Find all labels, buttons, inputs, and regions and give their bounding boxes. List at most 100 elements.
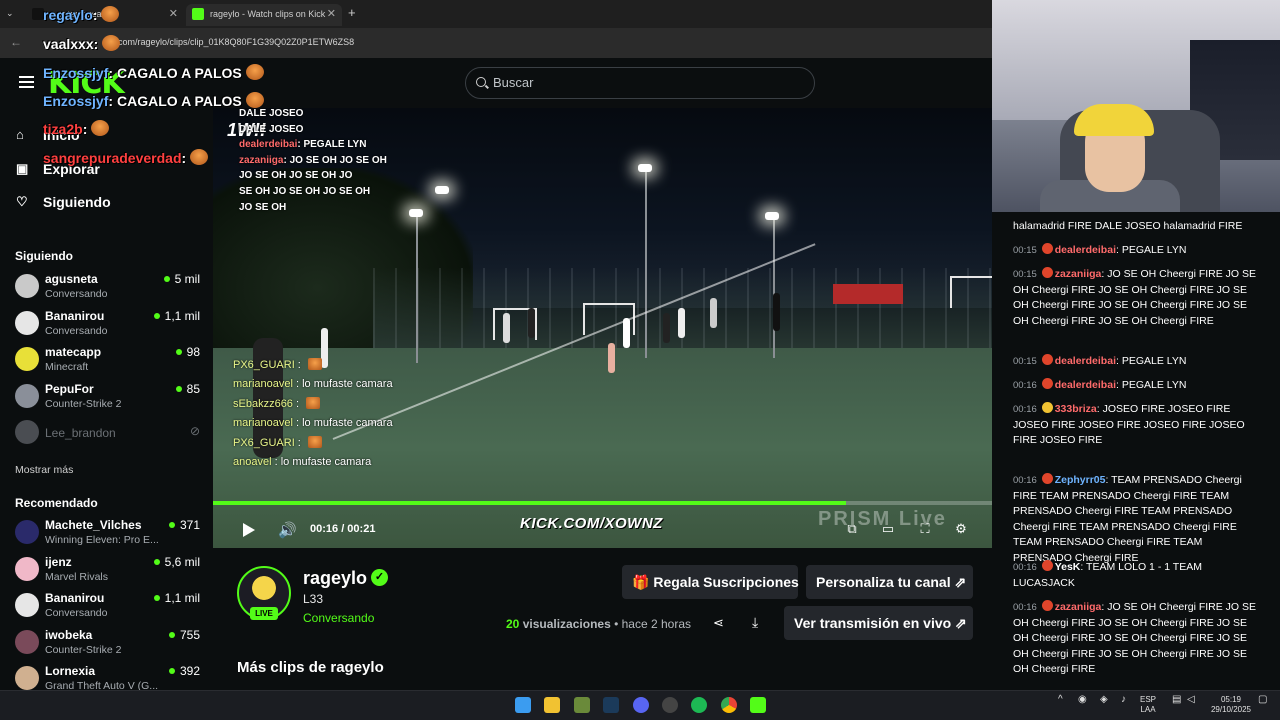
chat-username[interactable]: zazaniiga (1055, 268, 1102, 280)
chat-username[interactable]: dealerdeibai (1055, 355, 1116, 367)
player (773, 293, 780, 331)
channel-following-item[interactable]: Lee_brandon ⊘ (15, 418, 200, 452)
overlay-chat-text: CAGALO A PALOS (117, 93, 242, 109)
channel-following-item[interactable]: Bananirou Conversando 1,1 mil (15, 309, 200, 343)
minecraft-icon[interactable] (574, 697, 590, 713)
chat-text: PEGALE LYN (1121, 379, 1187, 391)
tab-list-chevron-icon[interactable]: ⌄ (6, 8, 14, 19)
chat-username[interactable]: Zephyrr05 (1055, 474, 1106, 486)
chat-username[interactable]: 333briza (1055, 403, 1097, 415)
download-icon[interactable]: ⤓ (752, 614, 758, 631)
stream-chat-line: DALE JOSEO (239, 108, 303, 119)
overlay-chat-line: Enzossjyf: CAGALO A PALOS (43, 64, 264, 81)
chat-username[interactable]: dealerdeibai (1055, 244, 1116, 256)
customize-channel-button[interactable]: Personaliza tu canal ⇗ (806, 565, 973, 599)
windows-start-icon[interactable] (515, 697, 531, 713)
live-dot-icon (175, 349, 182, 356)
channel-name: ijenz (45, 554, 72, 569)
watch-live-button[interactable]: Ver transmisión en vivo ⇗ (784, 606, 973, 640)
stream-chat-line: sEbakzz666 : (233, 397, 433, 410)
stream-chat-line: JO SE OH (239, 202, 286, 213)
chat-timestamp: 00:16 (1013, 562, 1037, 573)
spotify-icon[interactable] (691, 697, 707, 713)
channel-following-item[interactable]: PepuFor Counter-Strike 2 85 (15, 382, 200, 416)
settings-icon[interactable]: ⚙ (953, 521, 969, 537)
player (528, 308, 535, 338)
steam-icon[interactable] (603, 697, 619, 713)
tray-mic-icon[interactable]: ♪ (1121, 695, 1126, 705)
search-placeholder: Buscar (493, 75, 534, 90)
discord-icon[interactable] (633, 697, 649, 713)
chrome-icon[interactable] (721, 697, 737, 713)
share-icon[interactable]: ⋖ (713, 615, 724, 631)
stream-chat-line: DALE JOSEO (239, 124, 303, 135)
viewer-count: 755 (168, 628, 200, 642)
chat-username[interactable]: YesK (1055, 561, 1081, 573)
emote-icon (190, 149, 209, 165)
stream-chat-line: PX6_GUARI : (233, 358, 433, 371)
tray-network-icon[interactable]: ◈ (1100, 695, 1108, 705)
channel-category: Conversando (45, 288, 108, 300)
channel-name: PepuFor (45, 381, 94, 396)
stream-chat-colon: : (271, 456, 281, 468)
language-indicator[interactable]: ESP LAA (1140, 695, 1156, 715)
stream-chat-user: PX6_GUARI (233, 359, 295, 371)
stream-chat-text: PEGALE LYN (303, 139, 367, 151)
chat-message: 00:16 Zephyrr05: TEAM PRENSADO Cheergi F… (1013, 473, 1263, 567)
speaker-icon[interactable]: ◁ (1187, 695, 1195, 705)
channel-recommended-item[interactable]: iwobeka Counter-Strike 2 755 (15, 628, 200, 662)
overlay-chat-colon: : (181, 150, 187, 166)
file-explorer-icon[interactable] (544, 697, 560, 713)
viewer-count-value: 5 mil (174, 272, 200, 286)
live-dot-icon (175, 385, 182, 392)
tab-close-icon[interactable]: ✕ (327, 4, 336, 24)
chat-message: 00:15 dealerdeibai: PEGALE LYN (1013, 243, 1263, 259)
obs-icon[interactable] (662, 697, 678, 713)
stream-chat-line: marianoavel : lo mufaste camara (233, 378, 433, 390)
viewer-count: 5,6 mil (153, 555, 200, 569)
player (678, 308, 685, 338)
clip-category[interactable]: Conversando (303, 611, 374, 625)
home-icon: ⌂ (16, 127, 24, 142)
gift-subs-button[interactable]: 🎁 Regala Suscripciones (622, 565, 799, 599)
chat-timestamp: 00:15 (1013, 245, 1037, 256)
overlay-chat-line: sangrepuradeverdad: (43, 149, 209, 166)
chat-username[interactable]: dealerdeibai (1055, 379, 1116, 391)
stream-chat-colon: : (294, 437, 304, 449)
channel-recommended-item[interactable]: Bananirou Conversando 1,1 mil (15, 591, 200, 625)
channel-category: Conversando (45, 607, 108, 620)
menu-icon[interactable] (19, 76, 34, 88)
tray-app-icon[interactable]: ◉ (1078, 695, 1087, 705)
verified-icon: ✓ (371, 569, 388, 586)
show-more-link[interactable]: Mostrar más (15, 464, 73, 476)
back-arrow-icon[interactable]: ← (10, 35, 22, 49)
theater-mode-icon[interactable]: ▭ (880, 521, 896, 537)
channel-following-item[interactable]: matecapp Minecraft 98 (15, 345, 200, 379)
floodlight (765, 212, 779, 220)
wifi-icon[interactable]: ▤ (1172, 695, 1181, 705)
user-badge-icon (1041, 354, 1053, 365)
channel-name[interactable]: rageylo (303, 568, 367, 589)
fullscreen-icon[interactable]: ⛶ (917, 521, 933, 537)
volume-icon[interactable]: 🔊 (278, 521, 297, 539)
stream-chat-text: JO SE OH JO SE OH (289, 154, 387, 166)
clock[interactable]: 05:19 29/10/2025 (1209, 695, 1253, 715)
viewer-count-value: 1,1 mil (164, 308, 200, 323)
chat-username[interactable]: zazaniiga (1055, 601, 1102, 613)
tray-chevron-icon[interactable]: ^ (1058, 695, 1063, 705)
play-button[interactable] (243, 523, 255, 537)
channel-recommended-item[interactable]: ijenz Marvel Rivals 5,6 mil (15, 555, 200, 589)
notification-icon[interactable]: ▢ (1258, 695, 1267, 705)
video-player[interactable]: 1W!! DALE JOSEO DALE JOSEO dealerdeibai: P… (213, 108, 992, 548)
tab-close-icon[interactable]: ✕ (169, 4, 178, 24)
pip-icon[interactable]: ⧉ (844, 521, 860, 537)
channel-following-item[interactable]: agusneta Conversando 5 mil (15, 272, 200, 306)
url-field[interactable]: com/rageylo/clips/clip_01K8Q80F1G39Q02Z0… (118, 37, 354, 47)
new-tab-button[interactable]: + (348, 5, 356, 20)
user-badge-icon (1041, 243, 1053, 254)
browser-tab-2[interactable]: rageylo - Watch clips on Kick ✕ (186, 4, 342, 26)
channel-recommended-item[interactable]: Machete_Vilches Winning Eleven: Pro E... 3… (15, 518, 200, 552)
overlay-chat-colon: : (108, 93, 114, 109)
kick-app-icon[interactable] (750, 697, 766, 713)
stream-chat-line: PX6_GUARI : (233, 436, 433, 449)
